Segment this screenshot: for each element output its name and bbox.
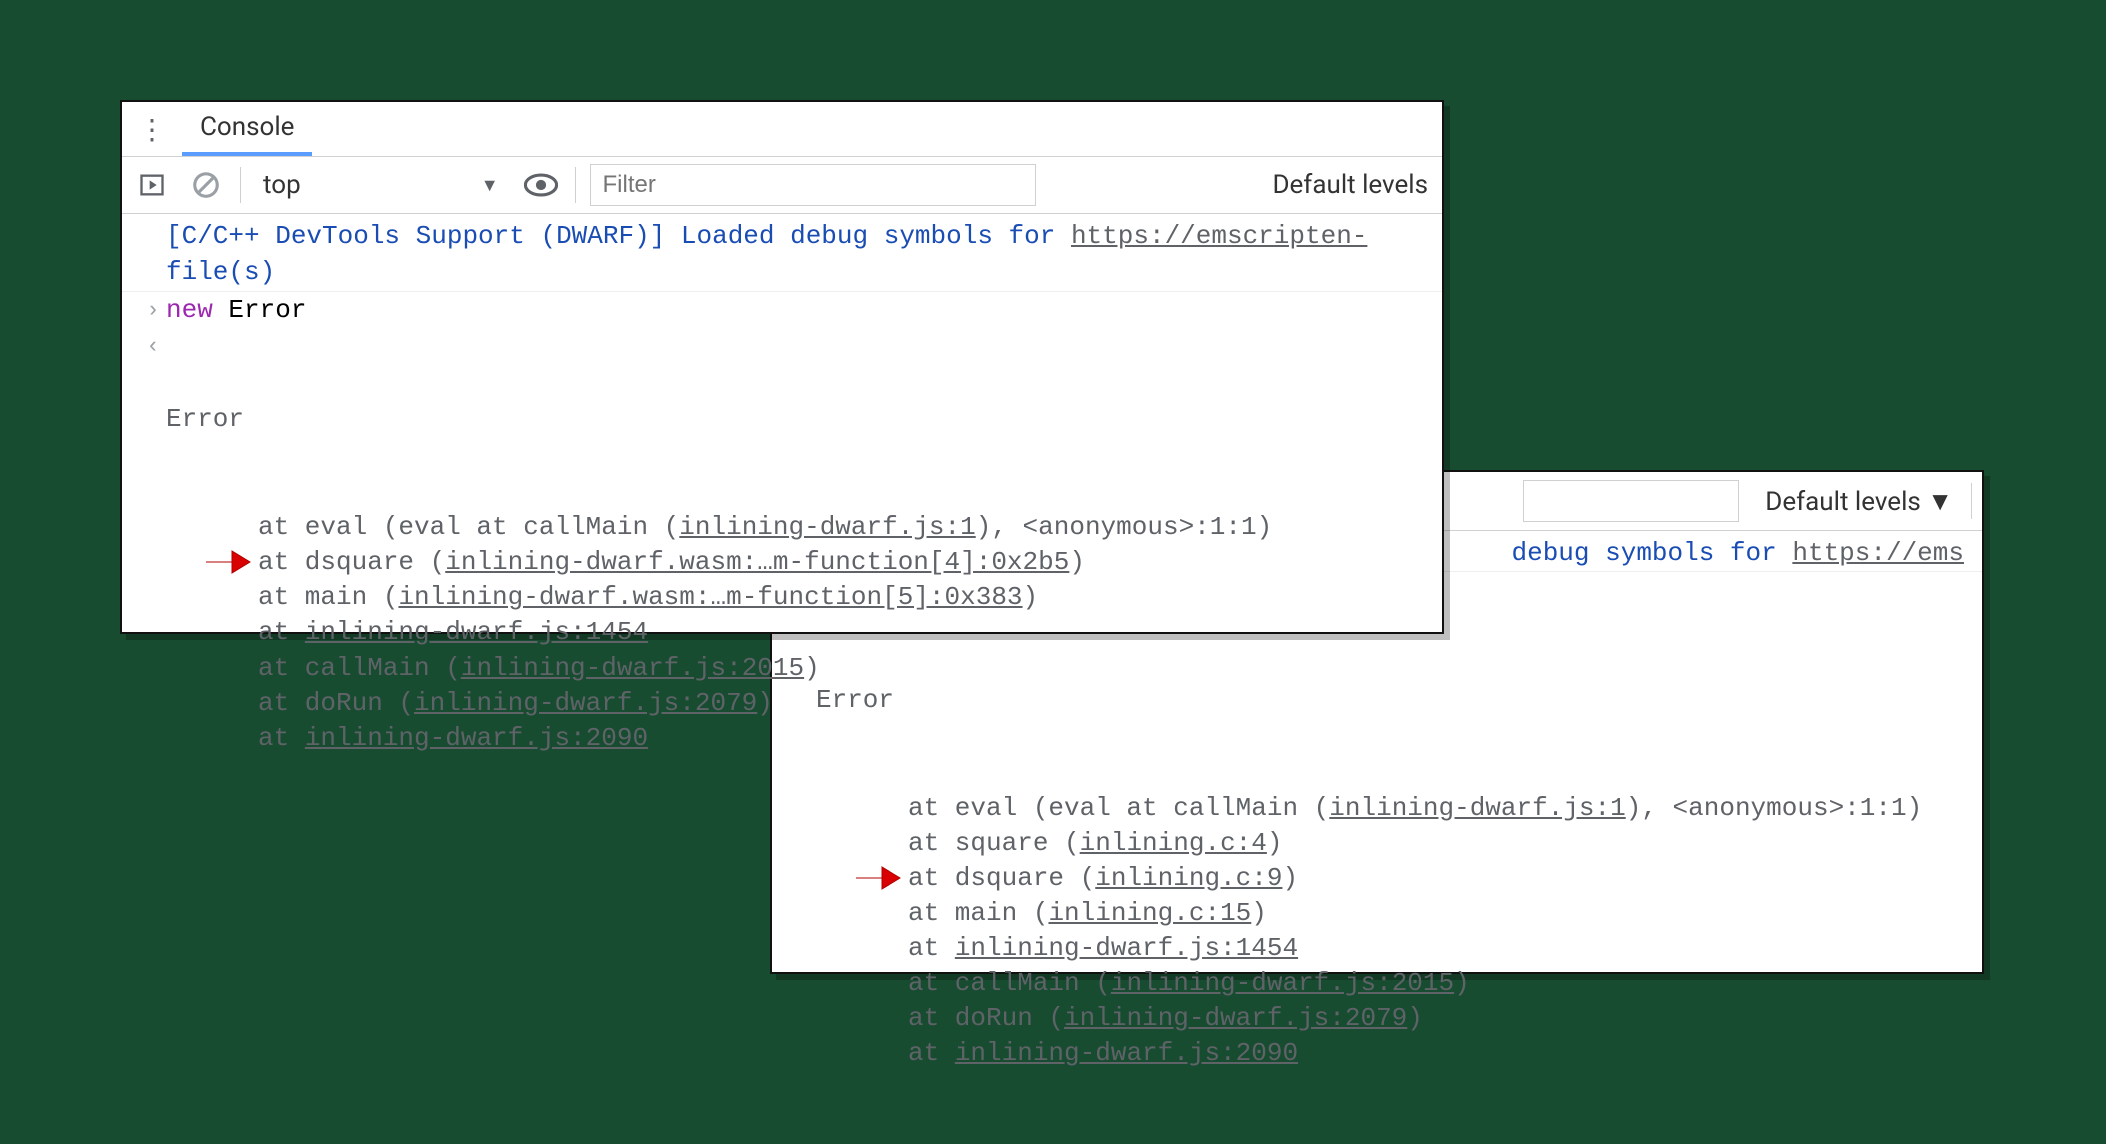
stack-frame-link[interactable]: inlining-dwarf.js:2090 — [955, 1038, 1298, 1068]
stack-frame-link[interactable]: inlining-dwarf.js:2079 — [1064, 1003, 1407, 1033]
stack-frame-link[interactable]: inlining-dwarf.js:2079 — [414, 688, 757, 718]
stack-trace: at eval (eval at callMain (inlining-dwar… — [816, 791, 1922, 1072]
stack-frame-link[interactable]: inlining-dwarf.js:2015 — [1111, 968, 1454, 998]
stack-frame-text: ), <anonymous>:1:1) — [976, 512, 1272, 542]
console-info-row: [C/C++ DevTools Support (DWARF)] Loaded … — [122, 218, 1442, 292]
stack-trace: at eval (eval at callMain (inlining-dwar… — [166, 510, 1272, 756]
info-link[interactable]: https://emscripten- — [1071, 221, 1367, 251]
stack-frame-text: at — [258, 723, 305, 753]
log-levels-selector[interactable]: Default levels ▼ — [1765, 486, 1957, 517]
stack-frame-link[interactable]: inlining-dwarf.js:1454 — [305, 617, 648, 647]
stack-frame-link[interactable]: inlining-dwarf.js:1 — [679, 512, 975, 542]
stack-frame-text: at callMain ( — [908, 968, 1111, 998]
stack-frame-text: at — [258, 617, 305, 647]
live-expression-icon[interactable] — [521, 165, 561, 205]
input-rest: Error — [213, 295, 307, 325]
stack-frame-text: at dsquare ( — [258, 547, 445, 577]
gutter — [140, 218, 166, 222]
chevron-down-icon: ▼ — [481, 175, 499, 196]
stack-frame-text: at square ( — [908, 828, 1080, 858]
stack-frame-text: ) — [804, 653, 820, 683]
stack-frame: at dsquare (inlining.c:9) — [908, 861, 1922, 896]
stack-frame-text: ), <anonymous>:1:1) — [1626, 793, 1922, 823]
stack-frame-text: at main ( — [908, 898, 1048, 928]
stack-frame: at dsquare (inlining-dwarf.wasm:…m-funct… — [258, 545, 1272, 580]
more-menu-icon[interactable]: ⋮ — [132, 109, 172, 149]
stack-frame: at callMain (inlining-dwarf.js:2015) — [908, 966, 1922, 1001]
toggle-sidebar-icon[interactable] — [132, 165, 172, 205]
stack-frame-text: at eval (eval at callMain ( — [258, 512, 679, 542]
scope-label: top — [263, 170, 301, 200]
stack-frame-link[interactable]: inlining.c:15 — [1048, 898, 1251, 928]
input-prompt-icon: › — [140, 292, 166, 327]
divider — [1971, 483, 1972, 519]
stack-frame-link[interactable]: inlining-dwarf.js:2090 — [305, 723, 648, 753]
stack-frame: at main (inlining-dwarf.wasm:…m-function… — [258, 580, 1272, 615]
stack-frame-text: at callMain ( — [258, 653, 461, 683]
stack-frame-text: at — [908, 933, 955, 963]
stack-frame-text: ) — [1282, 863, 1298, 893]
execution-context-selector[interactable]: top ▼ — [255, 170, 507, 200]
filter-input[interactable] — [1523, 480, 1739, 522]
clear-console-icon[interactable] — [186, 165, 226, 205]
stack-frame-text: at dsquare ( — [908, 863, 1095, 893]
stack-frame: at callMain (inlining-dwarf.js:2015) — [258, 651, 1272, 686]
stack-frame-link[interactable]: inlining.c:9 — [1095, 863, 1282, 893]
error-heading: Error — [166, 401, 1272, 437]
stack-frame: at main (inlining.c:15) — [908, 896, 1922, 931]
stack-frame: at inlining-dwarf.js:2090 — [258, 721, 1272, 756]
stack-frame: at eval (eval at callMain (inlining-dwar… — [258, 510, 1272, 545]
output-indicator-icon: ‹ — [140, 328, 166, 363]
info-text: debug symbols for — [1512, 538, 1793, 568]
stack-frame-text: at doRun ( — [258, 688, 414, 718]
stack-frame-link[interactable]: inlining-dwarf.wasm:…m-function[4]:0x2b5 — [445, 547, 1069, 577]
divider — [240, 167, 241, 203]
stack-frame-link[interactable]: inlining-dwarf.js:1454 — [955, 933, 1298, 963]
stack-frame: at square (inlining.c:4) — [908, 826, 1922, 861]
stack-frame-link[interactable]: inlining-dwarf.wasm:…m-function[5]:0x383 — [398, 582, 1022, 612]
highlight-arrow-icon — [854, 861, 902, 895]
stack-frame-text: ) — [1069, 547, 1085, 577]
stack-frame-text: ) — [1454, 968, 1470, 998]
highlight-arrow-icon — [204, 545, 252, 579]
console-toolbar: top ▼ Default levels — [122, 157, 1442, 214]
info-message: [C/C++ DevTools Support (DWARF)] Loaded … — [166, 218, 1367, 291]
log-levels-selector[interactable]: Default levels — [1272, 170, 1432, 200]
stack-frame: at doRun (inlining-dwarf.js:2079) — [908, 1001, 1922, 1036]
stack-frame: at inlining-dwarf.js:1454 — [908, 931, 1922, 966]
keyword-new: new — [166, 295, 213, 325]
error-object[interactable]: Error at eval (eval at callMain (inlinin… — [166, 328, 1272, 828]
tab-console[interactable]: Console — [182, 102, 312, 156]
console-output-row: ‹ Error at eval (eval at callMain (inlin… — [122, 328, 1442, 828]
stack-frame-text: at — [908, 1038, 955, 1068]
info-suffix: file(s) — [166, 257, 275, 287]
console-input-row[interactable]: › new Error — [122, 292, 1442, 328]
stack-frame: at inlining-dwarf.js:2090 — [908, 1036, 1922, 1071]
filter-input[interactable] — [590, 164, 1036, 206]
stack-frame-text: ) — [1267, 828, 1283, 858]
stack-frame-text: ) — [757, 688, 773, 718]
devtools-console-panel-before: ⋮ Console top ▼ Default levels [C/C++ De… — [120, 100, 1444, 634]
stack-frame: at doRun (inlining-dwarf.js:2079) — [258, 686, 1272, 721]
info-link[interactable]: https://ems — [1792, 538, 1964, 568]
info-prefix: [C/C++ DevTools Support (DWARF)] Loaded … — [166, 221, 1071, 251]
stack-frame-text: at doRun ( — [908, 1003, 1064, 1033]
input-code: new Error — [166, 292, 306, 328]
stack-frame-text: ) — [1251, 898, 1267, 928]
console-messages: [C/C++ DevTools Support (DWARF)] Loaded … — [122, 214, 1442, 829]
stack-frame-link[interactable]: inlining.c:4 — [1080, 828, 1267, 858]
stack-frame-text: ) — [1023, 582, 1039, 612]
stack-frame-text: ) — [1407, 1003, 1423, 1033]
divider — [575, 167, 576, 203]
tab-strip: ⋮ Console — [122, 102, 1442, 157]
stack-frame: at inlining-dwarf.js:1454 — [258, 615, 1272, 650]
stack-frame-link[interactable]: inlining-dwarf.js:2015 — [461, 653, 804, 683]
info-message: debug symbols for https://ems — [1512, 535, 1965, 571]
stack-frame-text: at main ( — [258, 582, 398, 612]
